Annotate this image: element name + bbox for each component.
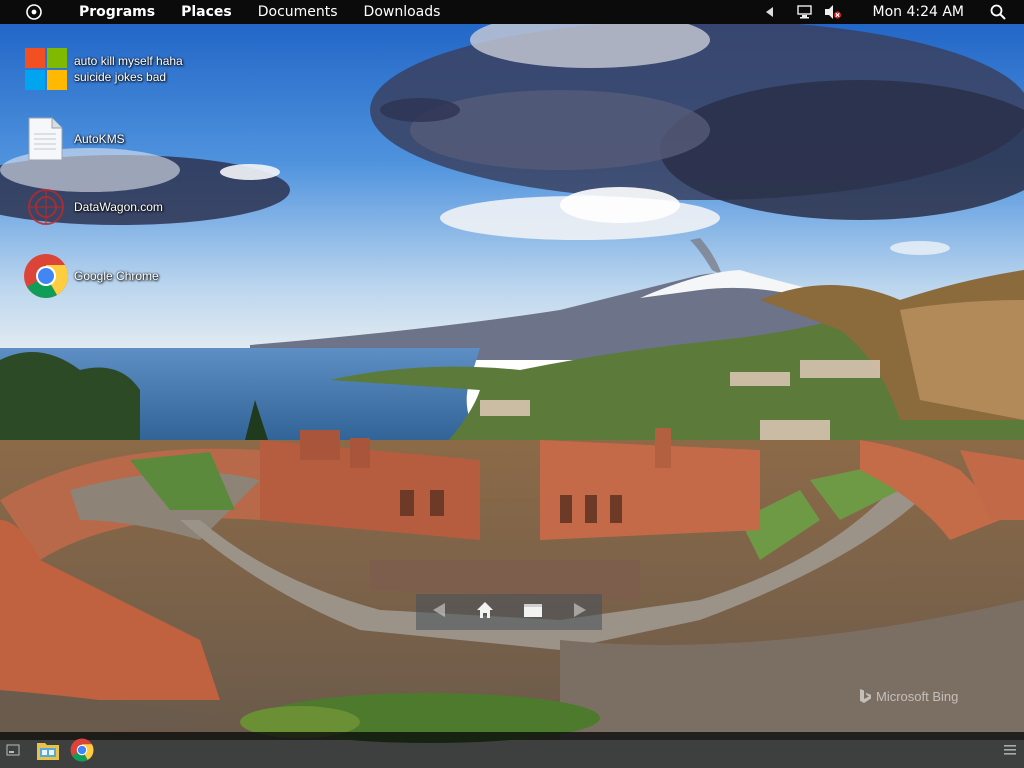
desktop-shortcut-suicide-jokes[interactable]: auto kill myself haha suicide jokes bad: [20, 46, 194, 92]
menu-programs[interactable]: Programs: [66, 0, 168, 24]
bing-logo-icon: [860, 689, 871, 703]
bottom-panel: [0, 732, 1024, 768]
tray-expand-icon[interactable]: [762, 0, 778, 24]
clock[interactable]: Mon 4:24 AM: [872, 4, 964, 20]
bing-watermark: Microsoft Bing: [858, 688, 958, 704]
search-icon[interactable]: [988, 0, 1008, 24]
chrome-icon: [20, 253, 70, 299]
windows-logo-icon: [20, 46, 70, 92]
desktop-shortcut-label: auto kill myself haha suicide jokes bad: [74, 54, 183, 84]
desktop-shortcut-label: DataWagon.com: [74, 200, 163, 214]
navigation-overlay: [416, 594, 602, 630]
show-desktop-icon[interactable]: [6, 743, 20, 757]
top-panel: Programs Places Documents Downloads Mon …: [0, 0, 1024, 24]
window-icon[interactable]: [523, 602, 543, 622]
bing-watermark-text: Microsoft Bing: [876, 688, 959, 704]
network-icon[interactable]: [796, 0, 814, 24]
datawagon-icon: [20, 184, 70, 230]
volume-muted-icon[interactable]: [824, 0, 842, 24]
home-icon[interactable]: [476, 601, 494, 623]
chrome-taskbar-icon[interactable]: [70, 738, 94, 762]
hamburger-menu-icon[interactable]: [1004, 744, 1016, 756]
forward-arrow-icon[interactable]: [572, 602, 588, 622]
desktop-shortcut-label: AutoKMS: [74, 132, 125, 146]
desktop-shortcut-autokms[interactable]: AutoKMS: [20, 116, 194, 162]
panel-tray: Mon 4:24 AM: [762, 0, 1024, 24]
back-arrow-icon[interactable]: [431, 602, 447, 622]
top-menu: Programs Places Documents Downloads: [66, 0, 453, 24]
desktop-shortcut-label: Google Chrome: [74, 269, 159, 283]
menu-documents[interactable]: Documents: [245, 0, 351, 24]
menu-downloads[interactable]: Downloads: [351, 0, 454, 24]
desktop-shortcut-google-chrome[interactable]: Google Chrome: [20, 253, 194, 299]
menu-places[interactable]: Places: [168, 0, 245, 24]
power-menu-icon[interactable]: [24, 0, 44, 24]
file-manager-icon[interactable]: [36, 739, 60, 761]
desktop-shortcut-datawagon[interactable]: DataWagon.com: [20, 184, 194, 230]
file-icon: [20, 116, 70, 162]
